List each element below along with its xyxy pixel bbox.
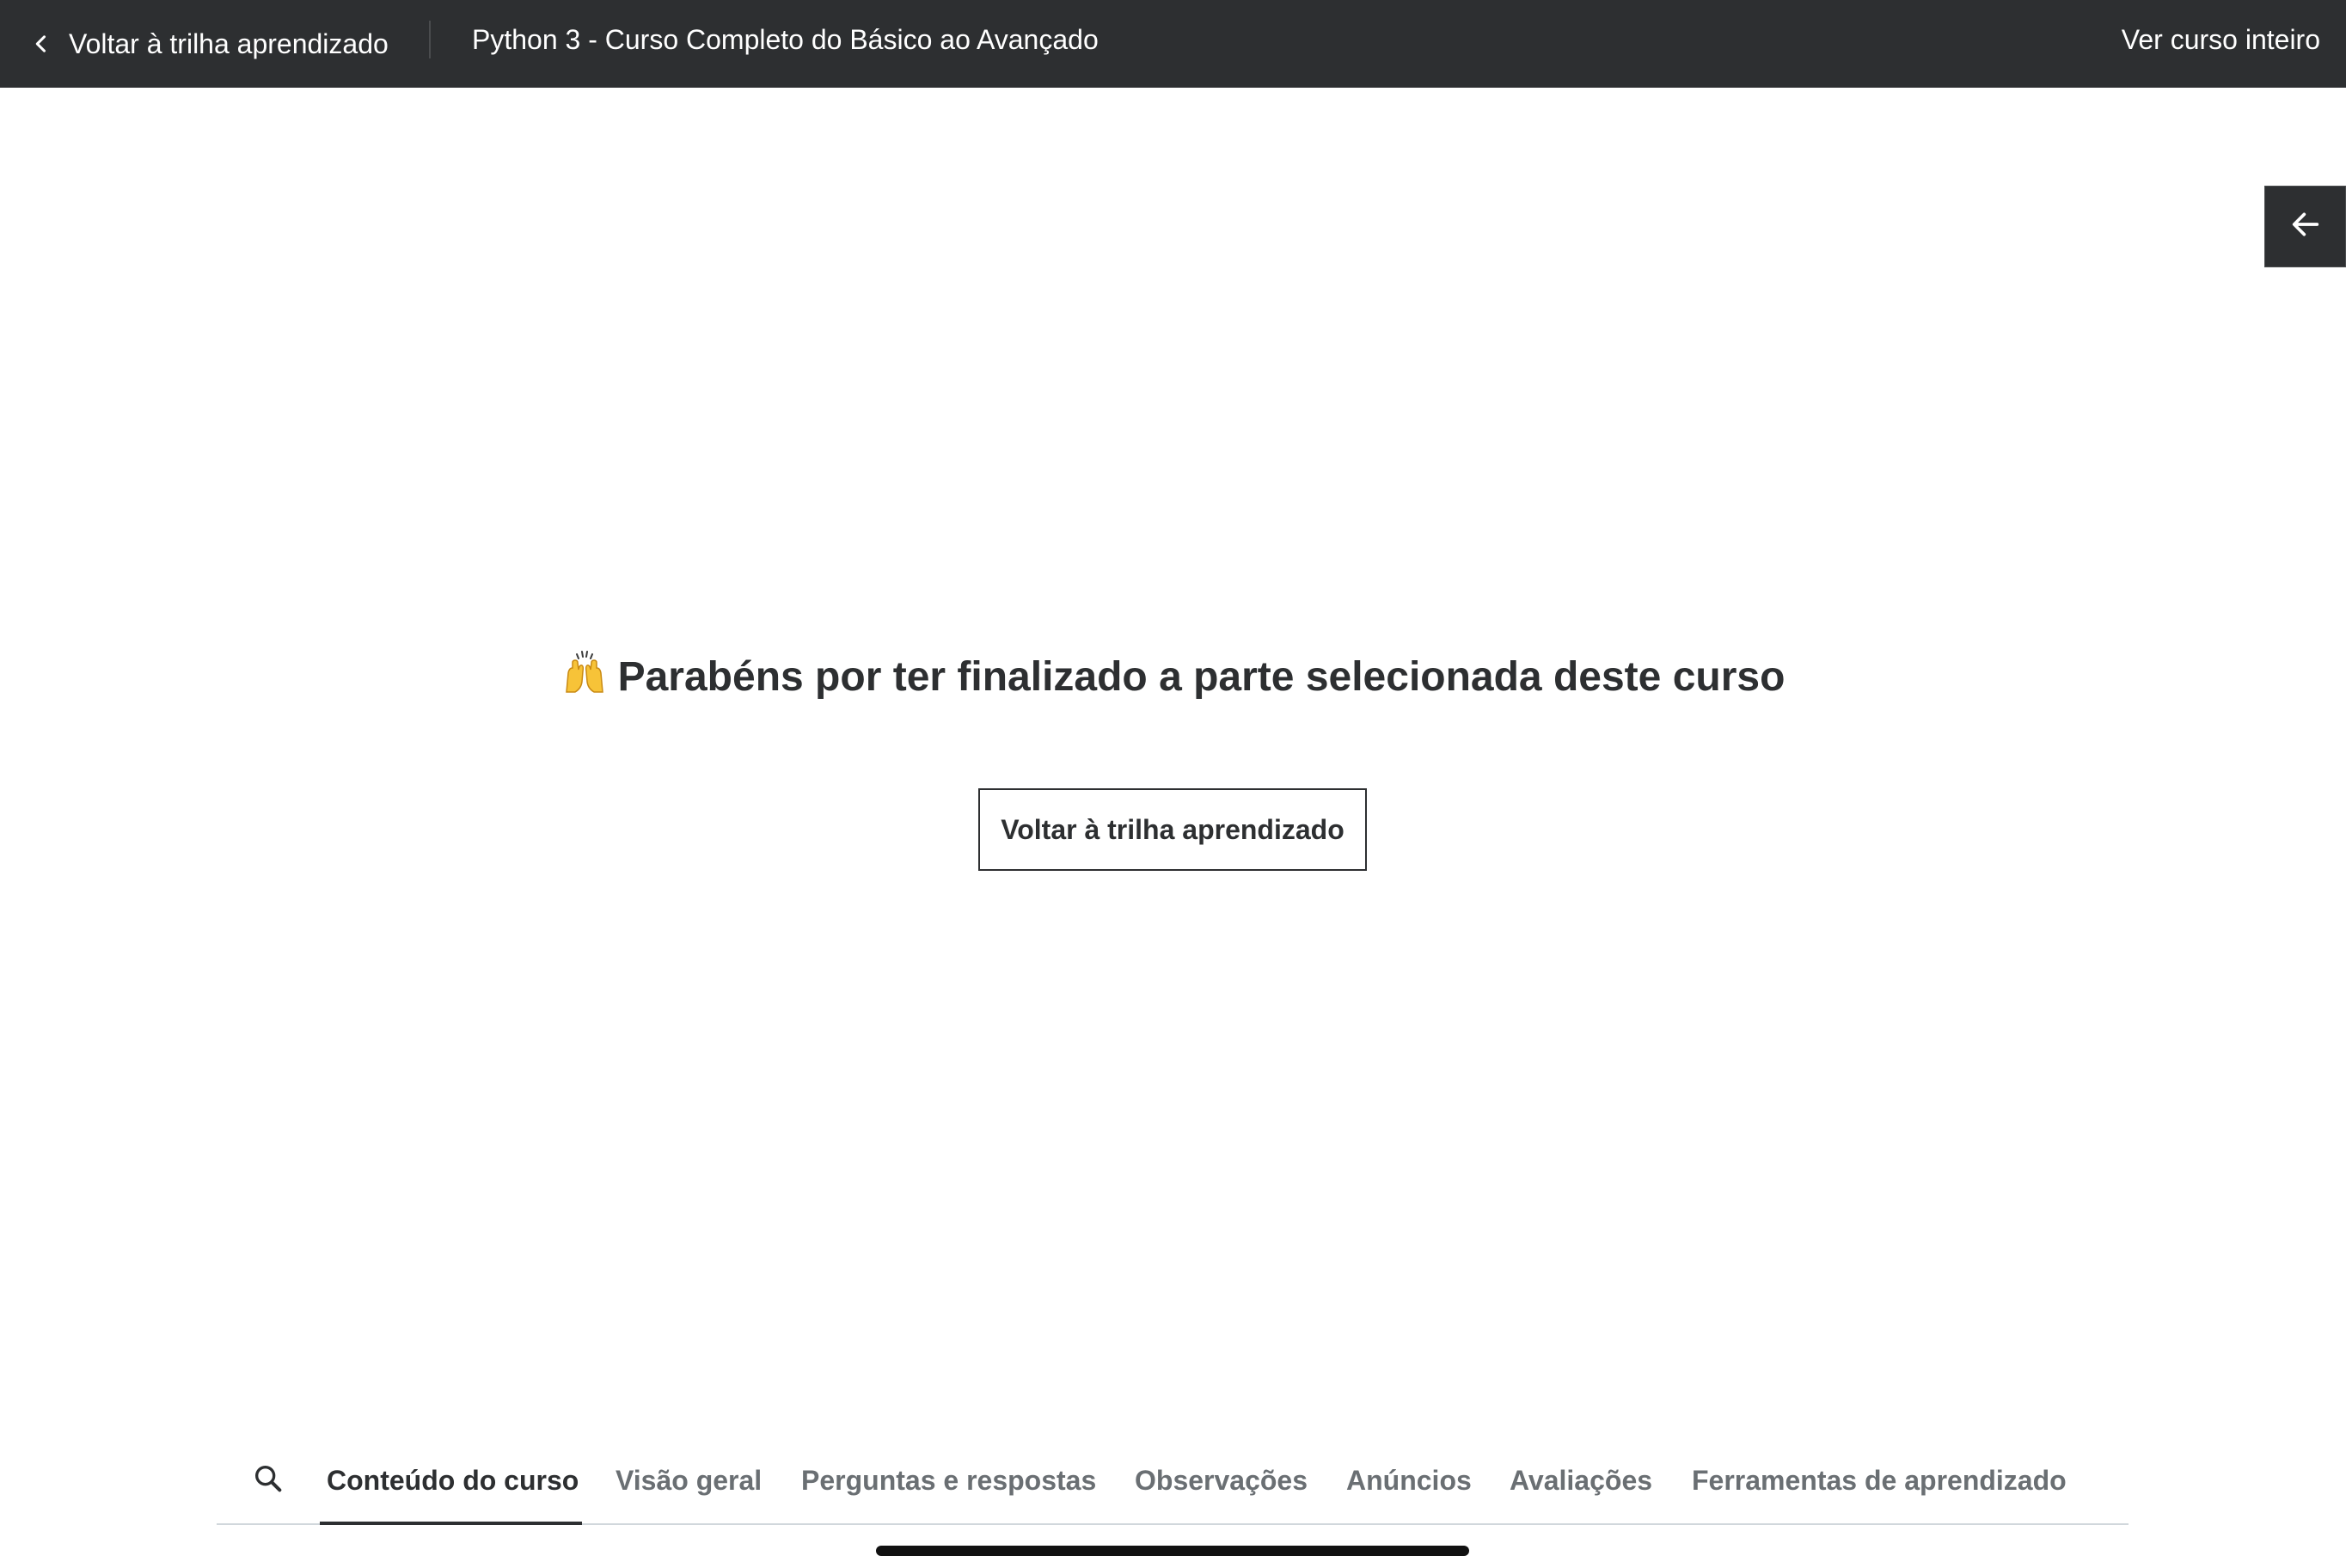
completion-message: Parabéns por ter finalizado a parte sele… [0,649,2346,701]
completion-message-text: Parabéns por ter finalizado a parte sele… [617,654,1786,700]
back-to-learning-path-link[interactable]: Voltar à trilha aprendizado [26,0,389,88]
chevron-left-icon [26,28,57,59]
return-to-learning-path-button[interactable]: Voltar à trilha aprendizado [978,788,1367,871]
raising-hands-icon [561,649,608,695]
course-title: Python 3 - Curso Completo do Básico ao A… [472,23,1099,55]
tab-reviews[interactable]: Avaliações [1510,1436,1652,1525]
header-divider [429,21,431,58]
tab-announcements[interactable]: Anúncios [1346,1436,1472,1525]
tab-overview[interactable]: Visão geral [616,1436,762,1525]
tab-notes[interactable]: Observações [1135,1436,1308,1525]
search-icon[interactable] [251,1461,285,1496]
home-indicator-bar [876,1546,1469,1556]
back-link-label: Voltar à trilha aprendizado [69,28,389,59]
course-tabs-bar: Conteúdo do curso Visão geral Perguntas … [217,1436,2129,1525]
tab-questions-answers[interactable]: Perguntas e respostas [801,1436,1096,1525]
tab-course-content[interactable]: Conteúdo do curso [327,1436,579,1525]
active-tab-indicator [320,1522,582,1525]
tab-learning-tools[interactable]: Ferramentas de aprendizado [1692,1436,2067,1525]
view-full-course-link[interactable]: Ver curso inteiro [2122,0,2320,79]
sidebar-toggle-button[interactable] [2264,186,2346,267]
arrow-left-icon [2288,207,2323,246]
top-header-bar: Voltar à trilha aprendizado Python 3 - C… [0,0,2346,88]
